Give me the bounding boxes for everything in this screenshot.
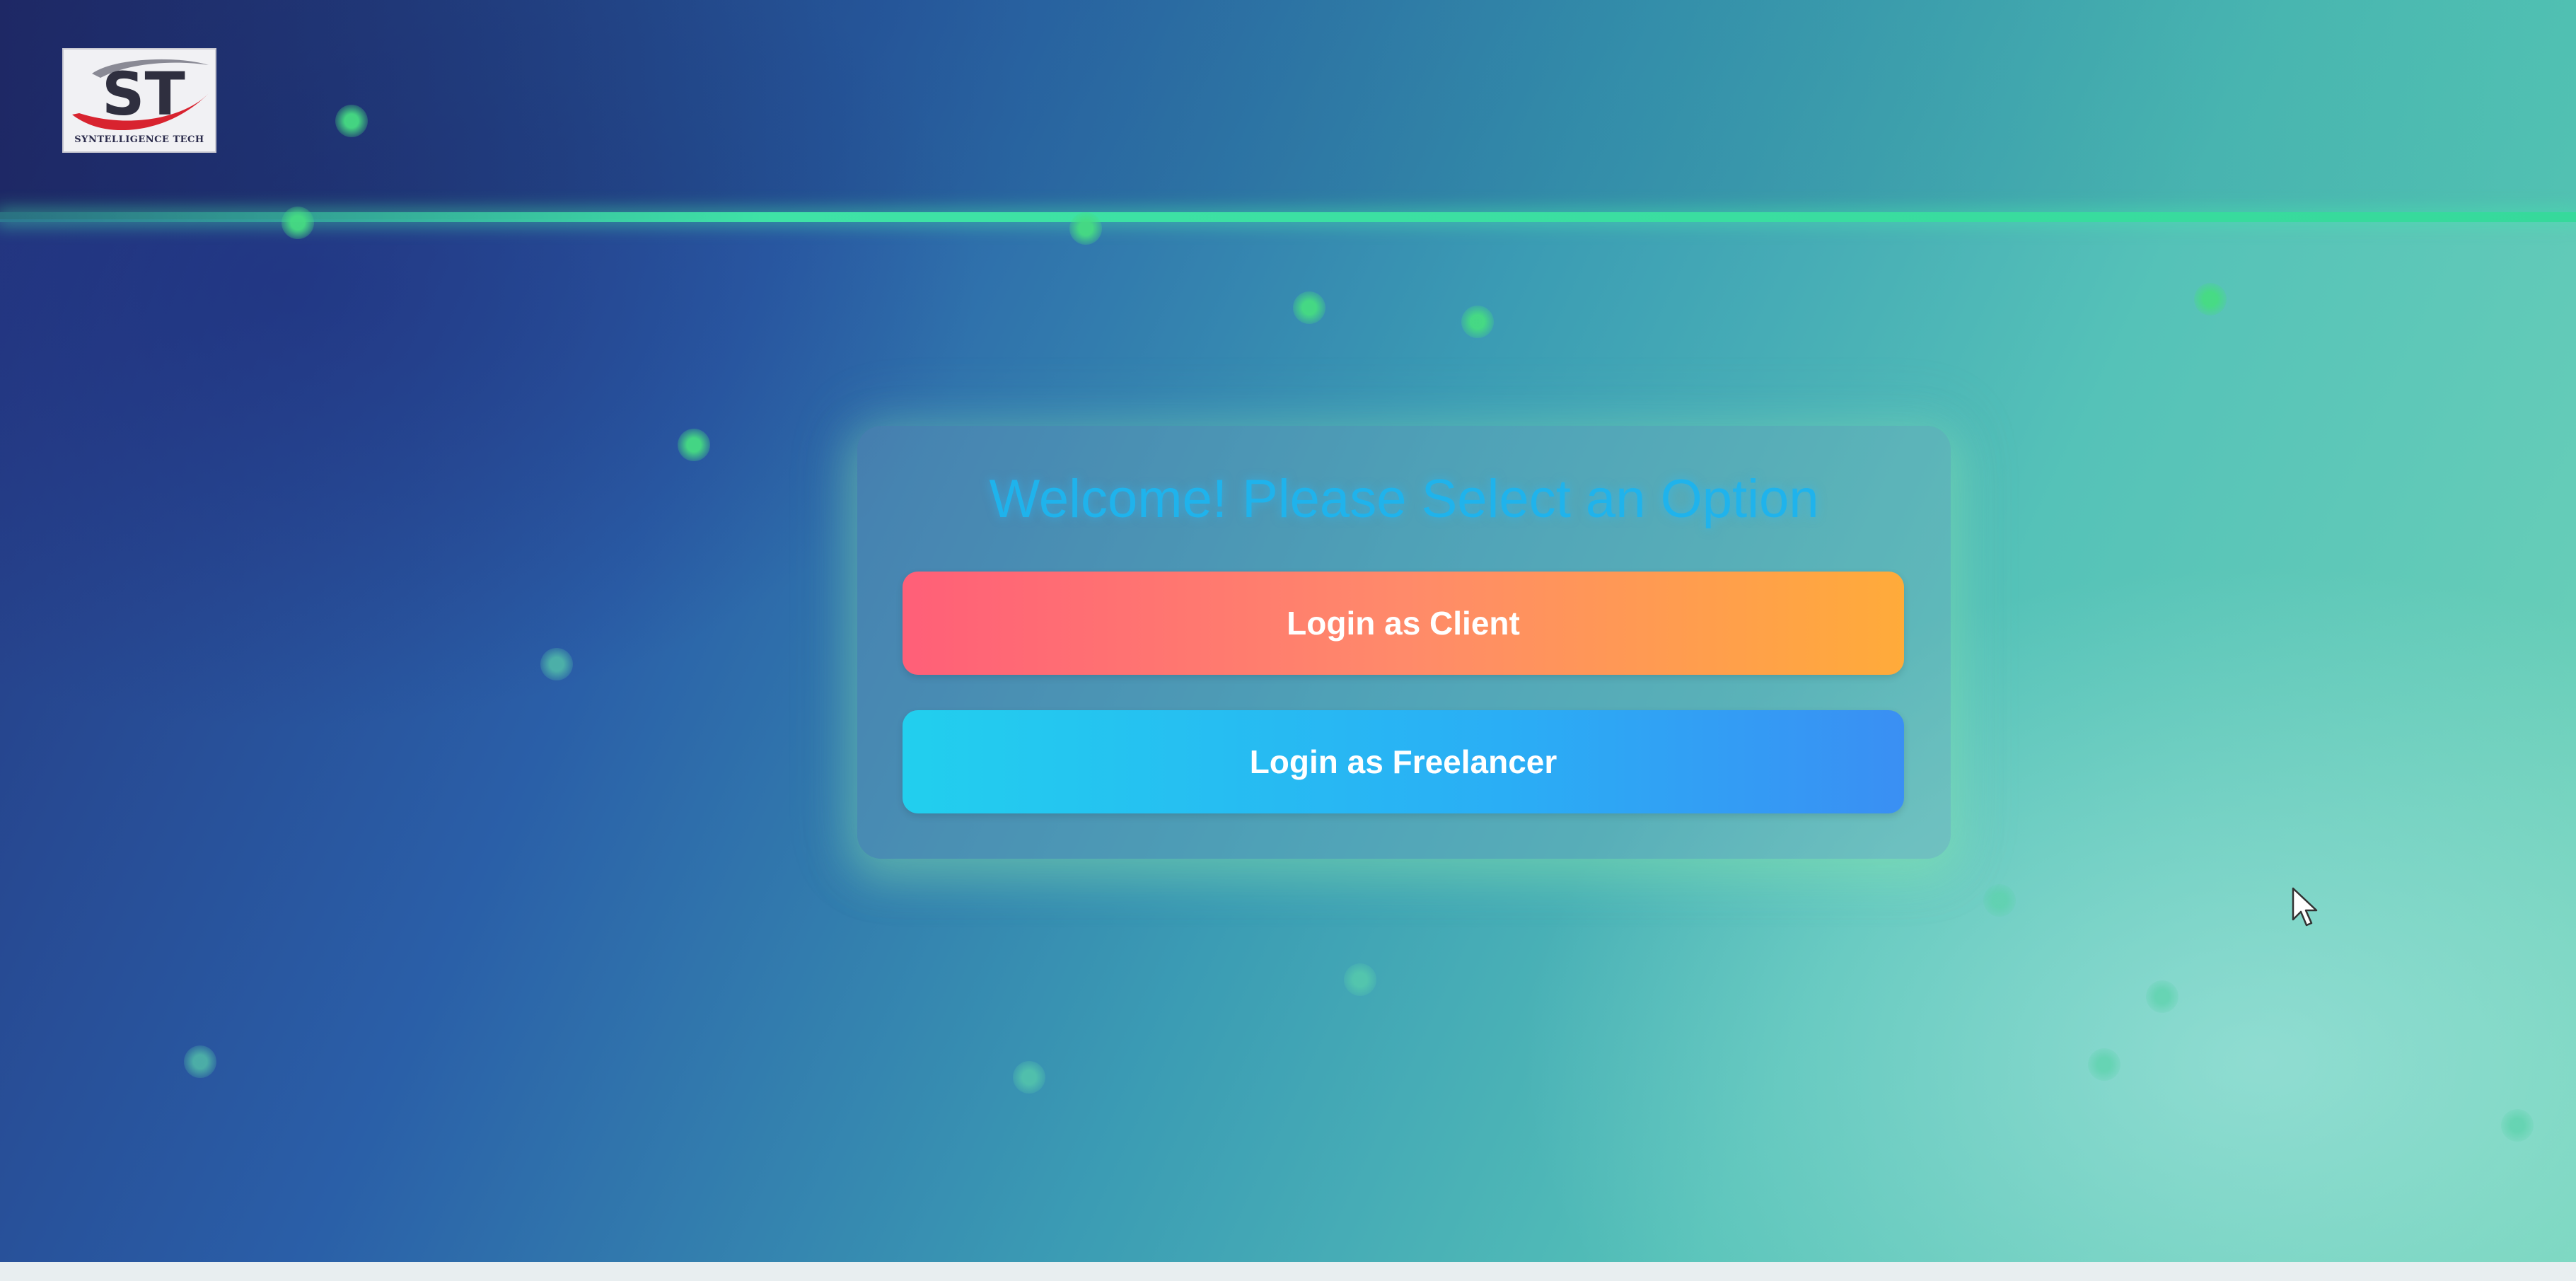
decorative-dot	[1344, 963, 1376, 996]
login-as-client-button[interactable]: Login as Client	[903, 572, 1904, 675]
decorative-dot	[2146, 980, 2178, 1013]
login-selection-screen: ST SYNTELLIGENCE TECH Welcome! Please Se…	[0, 0, 2576, 1281]
taskbar-edge	[0, 1262, 2576, 1281]
decorative-dot	[1069, 212, 1102, 245]
top-header	[0, 0, 2576, 219]
decorative-dot	[1293, 291, 1325, 324]
decorative-dot	[1983, 884, 2016, 917]
decorative-dot	[2194, 283, 2227, 315]
welcome-title: Welcome! Please Select an Option	[989, 469, 1819, 529]
decorative-dot	[1461, 306, 1494, 338]
decorative-dot	[678, 429, 710, 461]
logo-monogram: ST	[102, 59, 185, 129]
decorative-dot	[540, 648, 573, 680]
company-logo[interactable]: ST SYNTELLIGENCE TECH	[62, 48, 216, 153]
decorative-dot	[282, 207, 314, 239]
decorative-dot	[1013, 1061, 1045, 1094]
login-options-card: Welcome! Please Select an Option Login a…	[857, 426, 1951, 859]
login-as-freelancer-button[interactable]: Login as Freelancer	[903, 710, 1904, 813]
logo-company-name: SYNTELLIGENCE TECH	[74, 134, 204, 145]
decorative-dot	[335, 105, 368, 137]
mouse-pointer-icon	[2292, 887, 2318, 927]
decorative-dot	[2501, 1109, 2534, 1142]
header-divider	[0, 212, 2576, 222]
decorative-dot	[184, 1045, 216, 1078]
decorative-dot	[2088, 1048, 2120, 1081]
